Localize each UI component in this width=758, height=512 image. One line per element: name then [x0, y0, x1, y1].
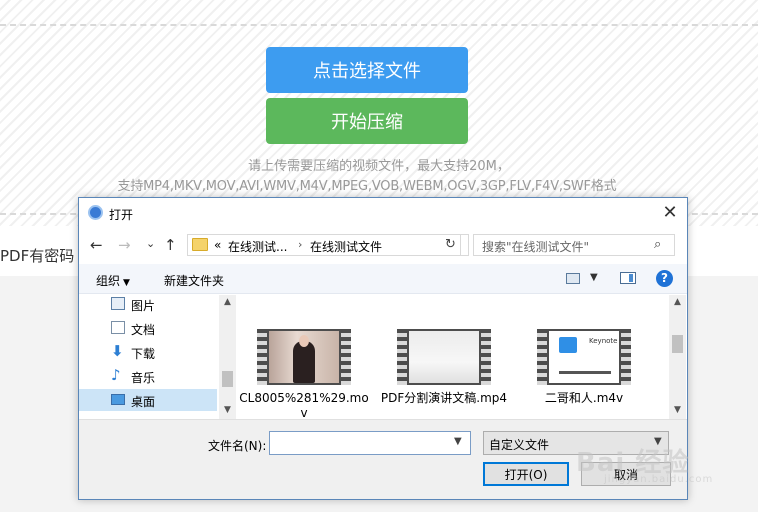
view-mode-icon[interactable] [566, 273, 580, 284]
video-frame [409, 331, 479, 383]
filename-label: 文件名(N): [208, 439, 267, 453]
recent-locations-chevron-icon[interactable]: ⌄ [146, 235, 155, 253]
dialog-title: 打开 [109, 208, 134, 222]
sidebar-item-documents[interactable]: 文档 [79, 317, 217, 339]
refresh-icon[interactable]: ↻ [441, 234, 461, 256]
file-item[interactable]: Keynote 二哥和人.m4v [517, 325, 637, 419]
file-name: PDF分割演讲文稿.mp4 [380, 391, 508, 405]
open-button[interactable]: 打开(O) [483, 462, 569, 486]
picture-icon [111, 297, 125, 310]
video-frame [269, 331, 339, 383]
keynote-title: Keynote [589, 337, 618, 345]
close-icon[interactable]: ✕ [659, 202, 681, 224]
sidebar-item-downloads[interactable]: ⬇ 下载 [79, 341, 217, 363]
select-file-button[interactable]: 点击选择文件 [266, 47, 468, 93]
search-input[interactable]: 搜索"在线测试文件" ⌕ [473, 234, 675, 256]
document-icon [111, 321, 125, 334]
sidebar-scrollbar[interactable]: ▲ ▼ [219, 295, 236, 419]
upload-hint-formats: 支持MP4,MKV,MOV,AVI,WMV,M4V,MPEG,VOB,WEBM,… [117, 179, 617, 194]
sidebar-scroll-thumb[interactable] [222, 371, 233, 387]
keynote-icon [559, 337, 577, 353]
sidebar-item-label: 文档 [131, 323, 156, 337]
navigation-pane: 图片 文档 ⬇ 下载 ♪ 音乐 桌面 [79, 295, 219, 419]
folder-icon [192, 238, 208, 251]
upload-hint-size: 请上传需要压缩的视频文件，最大支持20M， [248, 159, 510, 174]
file-name: CL8005%281%29.mov [239, 391, 369, 420]
person-figure [293, 341, 315, 383]
address-segment-current[interactable]: 在线测试文件 [310, 238, 382, 255]
scroll-up-icon[interactable]: ▲ [219, 297, 236, 307]
forward-arrow-icon[interactable]: → [118, 236, 131, 254]
video-thumbnail-blank [397, 329, 491, 385]
help-icon[interactable]: ? [656, 270, 673, 287]
person-face [299, 335, 309, 347]
sidebar-item-label: 下载 [131, 347, 156, 361]
up-arrow-icon[interactable]: ↑ [164, 236, 177, 254]
file-list-scroll-thumb[interactable] [672, 335, 683, 353]
video-thumbnail-portrait [257, 329, 351, 385]
organize-menu[interactable]: 组织 ▼ [96, 272, 130, 289]
baidu-jingyan-watermark: Bai 经验 jingyan.baidu.com [576, 440, 726, 490]
view-mode-caret-icon[interactable]: ▼ [590, 272, 598, 283]
search-placeholder: 搜索"在线测试文件" [482, 240, 590, 254]
file-name: 二哥和人.m4v [544, 391, 624, 405]
back-arrow-icon[interactable]: ← [90, 236, 103, 254]
download-icon: ⬇ [111, 342, 124, 360]
sidebar-item-label: 图片 [131, 299, 156, 313]
sidebar-item-pictures[interactable]: 图片 [79, 293, 217, 315]
start-compress-button[interactable]: 开始压缩 [266, 98, 468, 144]
organize-label: 组织 [96, 274, 121, 288]
slide-bar [559, 371, 611, 374]
sidebar-item-music[interactable]: ♪ 音乐 [79, 365, 217, 387]
sidebar-item-label: 音乐 [131, 371, 156, 385]
sidebar-item-label: 桌面 [131, 395, 156, 409]
file-item[interactable]: PDF分割演讲文稿.mp4 [377, 325, 507, 419]
file-list-scrollbar[interactable]: ▲ ▼ [669, 295, 686, 419]
file-list: CL8005%281%29.mov PDF分割演讲文稿.mp4 Keynote … [237, 295, 669, 420]
address-bar[interactable]: « 在线测试... › 在线测试文件 ⌄ [187, 234, 469, 256]
video-frame: Keynote [549, 331, 619, 383]
dialog-toolbar: 组织 ▼ 新建文件夹 ▼ ? [79, 264, 687, 294]
preview-pane-icon[interactable] [620, 272, 636, 284]
dialog-titlebar[interactable]: 打开 ✕ [79, 198, 687, 228]
address-separator-icon[interactable]: › [298, 238, 302, 251]
search-icon[interactable]: ⌕ [654, 237, 661, 252]
new-folder-button[interactable]: 新建文件夹 [164, 272, 224, 289]
chevron-down-icon[interactable]: ▼ [454, 436, 462, 447]
file-item[interactable]: CL8005%281%29.mov [237, 325, 369, 420]
desktop-icon [111, 394, 125, 405]
filename-input[interactable]: ▼ [269, 431, 471, 455]
file-type-value: 自定义文件 [489, 438, 550, 452]
upload-area-top-border [0, 24, 758, 26]
scroll-up-icon[interactable]: ▲ [669, 297, 686, 307]
browser-app-icon [88, 205, 103, 220]
video-thumbnail-keynote: Keynote [537, 329, 631, 385]
sidebar-item-desktop[interactable]: 桌面 [79, 389, 217, 411]
scroll-down-icon[interactable]: ▼ [219, 405, 236, 415]
address-prefix-chevron-icon[interactable]: « [214, 238, 221, 252]
scroll-down-icon[interactable]: ▼ [669, 405, 686, 415]
address-segment-parent[interactable]: 在线测试... [228, 238, 287, 255]
pdf-password-label: PDF有密码 [0, 247, 75, 265]
caret-down-icon: ▼ [123, 278, 130, 288]
watermark-sub: jingyan.baidu.com [604, 474, 714, 485]
music-icon: ♪ [111, 366, 121, 384]
